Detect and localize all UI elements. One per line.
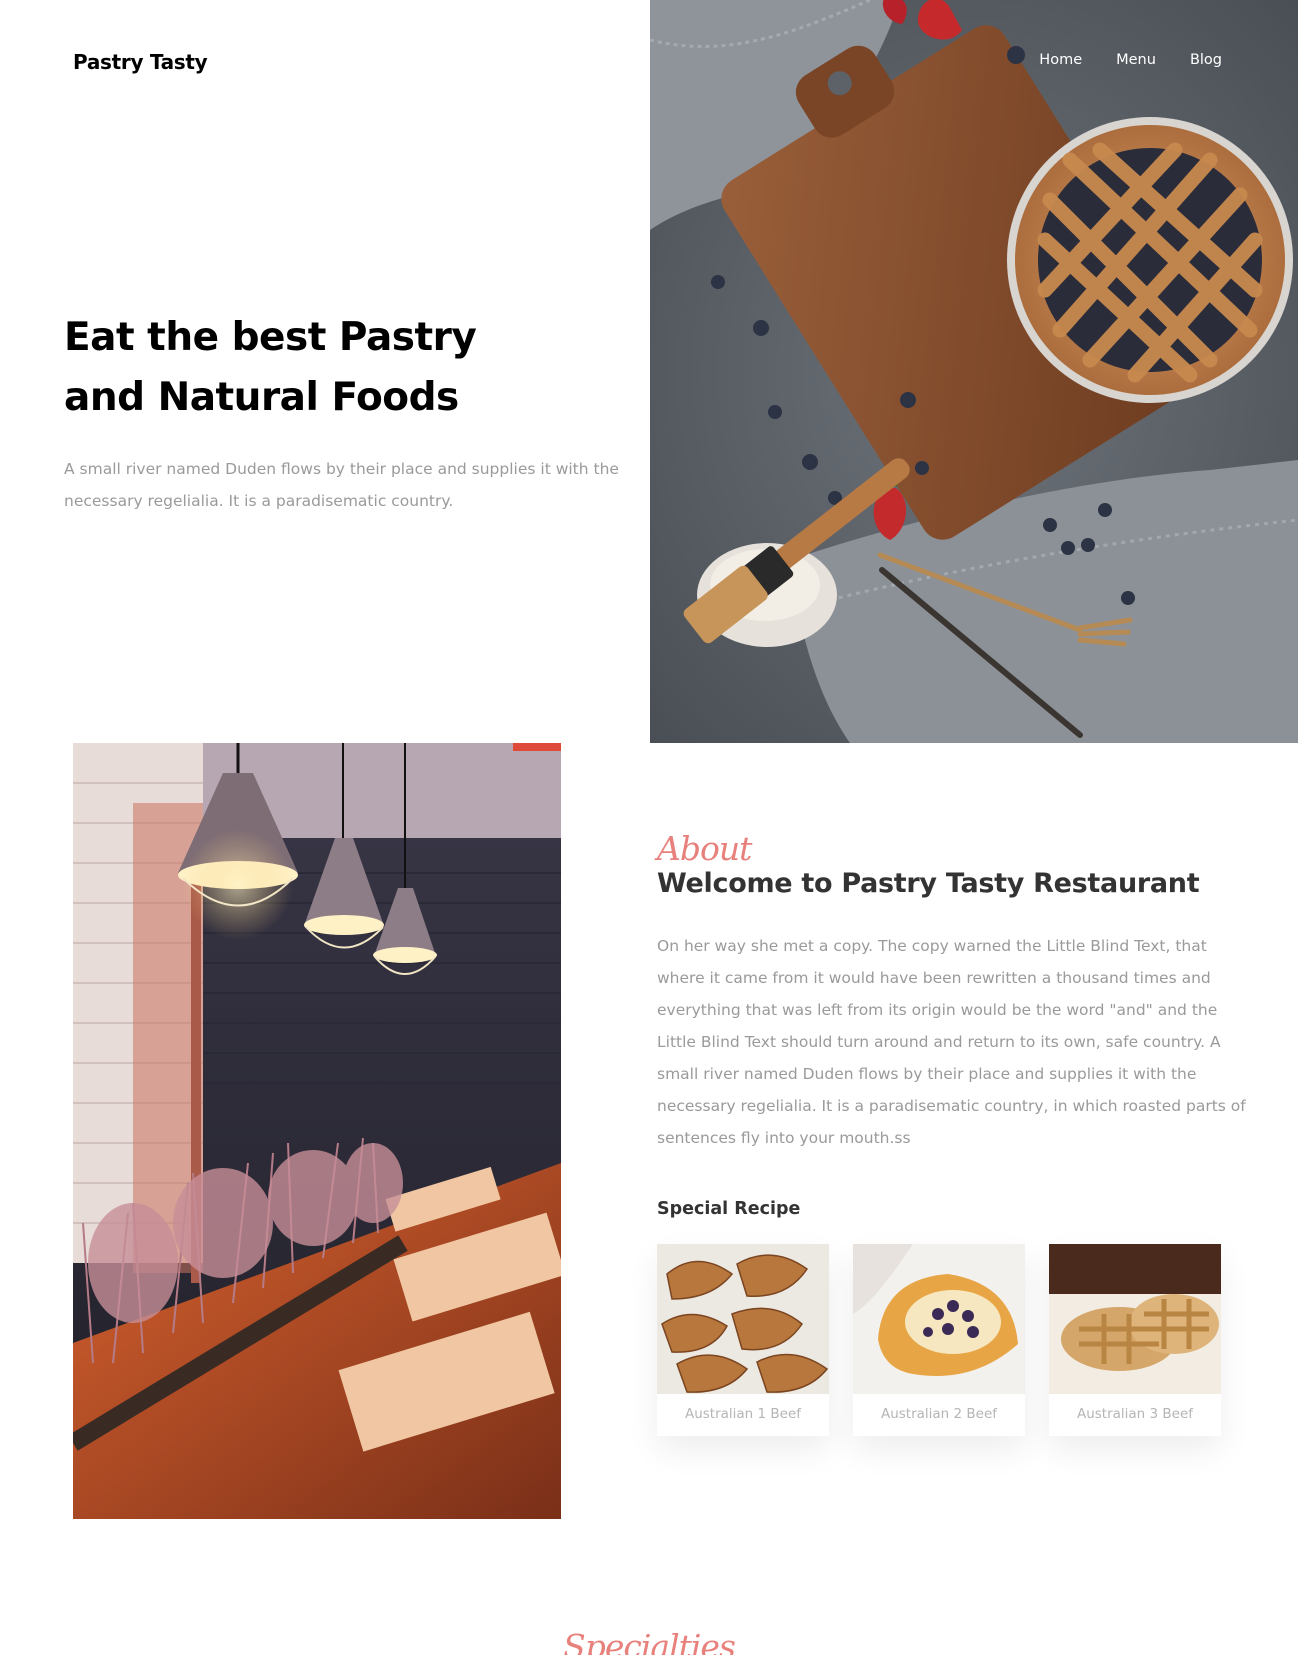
nav-menu-link[interactable]: Menu xyxy=(1116,52,1156,68)
brand-logo[interactable]: Pastry Tasty xyxy=(73,50,208,74)
recipe-image-lattice-tarts xyxy=(1049,1244,1221,1394)
about-body-text: On her way she met a copy. The copy warn… xyxy=(657,937,1246,1147)
recipe-card[interactable]: Australian 3 Beef xyxy=(1049,1244,1221,1436)
hero-text-panel: Pastry Tasty Eat the best Pastry and Nat… xyxy=(0,0,650,743)
restaurant-interior-image xyxy=(73,743,561,1519)
about-script-subheading: About xyxy=(657,829,752,868)
recipe-image-berry-danish xyxy=(853,1244,1025,1394)
pie-photo-illustration xyxy=(650,0,1298,743)
hero-title-line2: and Natural Foods xyxy=(64,375,459,420)
hero-description: A small river named Duden flows by their… xyxy=(64,460,619,510)
about-title: Welcome to Pastry Tasty Restaurant xyxy=(657,868,1200,899)
specialties-script-subheading: Specialties xyxy=(563,1627,736,1655)
special-recipe-heading: Special Recipe xyxy=(657,1199,801,1219)
nav-blog-link[interactable]: Blog xyxy=(1190,52,1222,68)
recipe-card[interactable]: Australian 2 Beef xyxy=(853,1244,1025,1436)
main-nav: Home Menu Blog xyxy=(1039,52,1222,68)
nav-home-link[interactable]: Home xyxy=(1039,52,1082,68)
about-section: About Welcome to Pastry Tasty Restaurant… xyxy=(657,830,1257,1436)
hero-title: Eat the best Pastry and Natural Foods xyxy=(64,308,604,428)
recipe-name: Australian 2 Beef xyxy=(880,1406,998,1422)
recipe-image-croissants xyxy=(657,1244,829,1394)
hero-title-line1: Eat the best Pastry xyxy=(64,315,477,360)
hero-section: Pastry Tasty Eat the best Pastry and Nat… xyxy=(0,0,1298,743)
specialties-section: Specialties xyxy=(0,1628,1298,1655)
restaurant-photo-illustration xyxy=(73,743,561,1519)
recipe-name: Australian 3 Beef xyxy=(1076,1406,1194,1422)
special-recipe-list: Australian 1 Beef Australian 2 Beef Aust… xyxy=(657,1244,1257,1436)
recipe-card[interactable]: Australian 1 Beef xyxy=(657,1244,829,1436)
recipe-name: Australian 1 Beef xyxy=(684,1406,802,1422)
hero-image-pie: Home Menu Blog xyxy=(650,0,1298,743)
